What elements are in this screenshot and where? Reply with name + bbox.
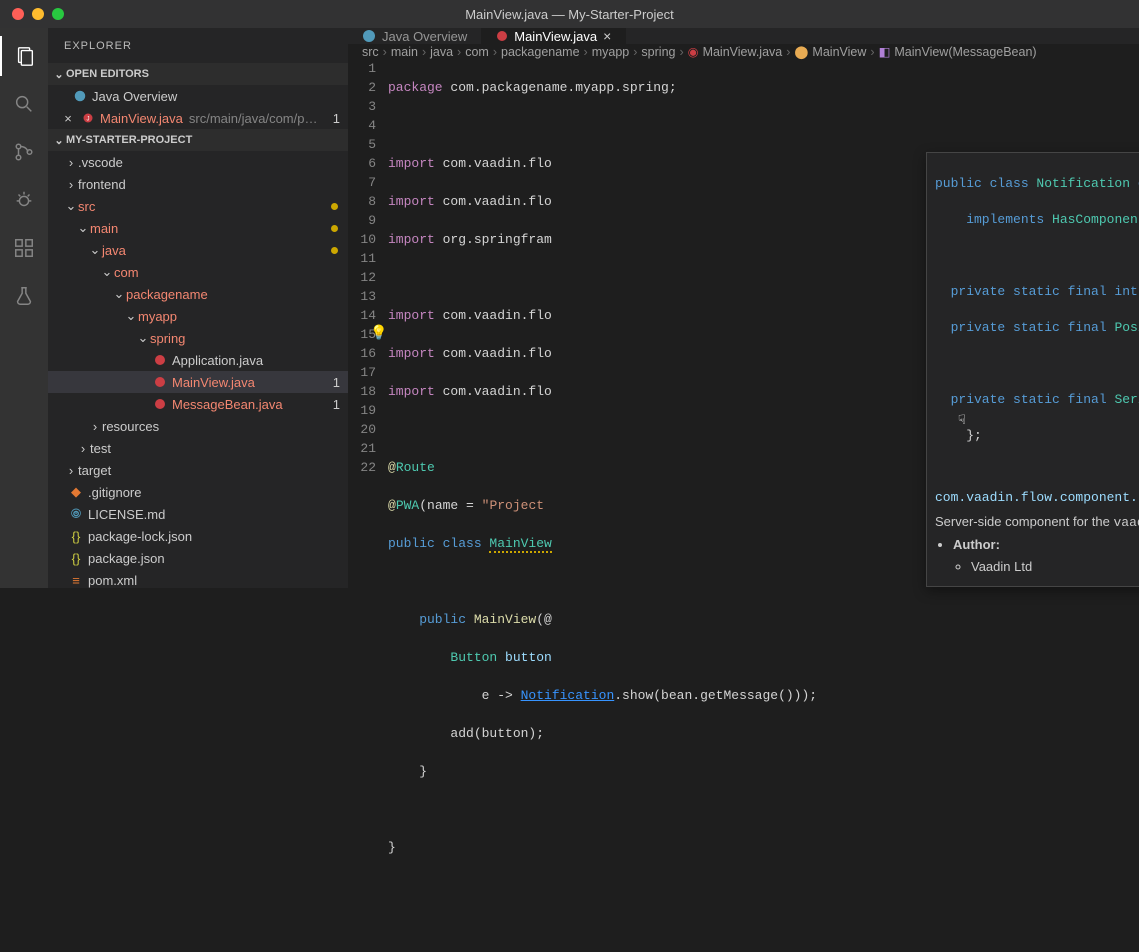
chevron-down-icon: ⌄	[64, 198, 78, 214]
tree-folder[interactable]: ⌄main	[48, 217, 348, 239]
tree-file[interactable]: Application.java	[48, 349, 348, 371]
chevron-right-icon: ›	[64, 177, 78, 192]
maximize-window-icon[interactable]	[52, 8, 64, 20]
line-gutter: 12345678910111213141516171819202122	[348, 59, 388, 952]
sidebar: EXPLORER ⌄ OPEN EDITORS Java Overview × …	[48, 28, 348, 588]
modified-dot-icon	[331, 225, 338, 232]
close-window-icon[interactable]	[12, 8, 24, 20]
window-title: MainView.java — My-Starter-Project	[0, 7, 1139, 22]
tree-folder[interactable]: ⌄java	[48, 239, 348, 261]
open-editors-label: OPEN EDITORS	[66, 68, 149, 80]
chevron-down-icon: ⌄	[112, 286, 126, 302]
chevron-right-icon: ›	[76, 441, 90, 456]
titlebar: MainView.java — My-Starter-Project	[0, 0, 1139, 28]
open-editor-item[interactable]: Java Overview	[48, 85, 348, 107]
project-label: MY-STARTER-PROJECT	[66, 134, 192, 146]
debug-activity-icon[interactable]	[0, 180, 48, 220]
tree-folder[interactable]: ›resources	[48, 415, 348, 437]
tree-file-mainview[interactable]: MainView.java1	[48, 371, 348, 393]
scm-activity-icon[interactable]	[0, 132, 48, 172]
tree-folder[interactable]: ›.vscode	[48, 151, 348, 173]
open-editors-header[interactable]: ⌄ OPEN EDITORS	[48, 63, 348, 85]
editor-tabs: Java Overview MainView.java ×	[348, 28, 1139, 44]
modified-dot-icon	[331, 247, 338, 254]
git-file-icon: ◆	[68, 484, 84, 500]
java-file-icon: J	[80, 112, 96, 124]
tree-folder[interactable]: ⌄spring	[48, 327, 348, 349]
notification-link[interactable]: Notification	[521, 688, 615, 703]
tree-file[interactable]: ≡pom.xml	[48, 569, 348, 588]
explorer-activity-icon[interactable]	[0, 36, 48, 76]
tab-label: MainView.java	[514, 29, 597, 44]
chevron-down-icon: ⌄	[88, 242, 102, 258]
java-overview-icon	[362, 29, 376, 43]
xml-file-icon: ≡	[68, 573, 84, 588]
tree-folder-src[interactable]: ⌄src	[48, 195, 348, 217]
java-file-icon	[152, 354, 168, 366]
open-editor-item[interactable]: × J MainView.java src/main/java/com/p… 1	[48, 107, 348, 129]
tab-label: Java Overview	[382, 29, 467, 44]
activity-bar	[0, 28, 48, 588]
tree-folder[interactable]: ›frontend	[48, 173, 348, 195]
tree-folder[interactable]: ⌄com	[48, 261, 348, 283]
java-overview-icon	[72, 89, 88, 103]
problems-badge: 1	[333, 397, 340, 412]
problems-badge: 1	[333, 111, 340, 126]
chevron-down-icon: ⌄	[136, 330, 150, 346]
tab-java-overview[interactable]: Java Overview	[348, 28, 482, 44]
markdown-file-icon: 🞋	[68, 506, 84, 522]
tree-file[interactable]: {}package-lock.json	[48, 525, 348, 547]
modified-dot-icon	[331, 203, 338, 210]
problems-badge: 1	[333, 375, 340, 390]
tab-mainview[interactable]: MainView.java ×	[482, 28, 626, 44]
search-activity-icon[interactable]	[0, 84, 48, 124]
java-file-icon	[496, 30, 508, 42]
tree-file[interactable]: 🞋LICENSE.md	[48, 503, 348, 525]
tree-folder[interactable]: ›test	[48, 437, 348, 459]
tree-file[interactable]: ◆.gitignore	[48, 481, 348, 503]
tree-folder[interactable]: ⌄packagename	[48, 283, 348, 305]
chevron-down-icon: ⌄	[124, 308, 138, 324]
tree-file[interactable]: {}package.json	[48, 547, 348, 569]
chevron-down-icon: ⌄	[52, 134, 66, 147]
open-editors-list: Java Overview × J MainView.java src/main…	[48, 85, 348, 129]
chevron-right-icon: ›	[64, 463, 78, 478]
breadcrumb[interactable]: src› main› java› com› packagename› myapp…	[348, 44, 1139, 59]
file-tree: ›.vscode ›frontend ⌄src ⌄main ⌄java ⌄com…	[48, 151, 348, 588]
chevron-right-icon: ›	[88, 419, 102, 434]
minimize-window-icon[interactable]	[32, 8, 44, 20]
svg-text:J: J	[87, 116, 90, 122]
java-file-icon	[152, 398, 168, 410]
window-controls	[12, 8, 64, 20]
hover-fqn: com.vaadin.flow.component.notification.N…	[935, 489, 1139, 507]
project-header[interactable]: ⌄ MY-STARTER-PROJECT	[48, 129, 348, 151]
chevron-down-icon: ⌄	[100, 264, 114, 280]
open-editor-label: Java Overview	[92, 89, 177, 104]
open-editor-label: MainView.java	[100, 111, 183, 126]
hover-tooltip: public class Notification extends Genera…	[926, 152, 1139, 587]
test-activity-icon[interactable]	[0, 276, 48, 316]
chevron-right-icon: ›	[64, 155, 78, 170]
json-file-icon: {}	[68, 529, 84, 544]
lightbulb-icon[interactable]: 💡	[370, 325, 387, 344]
tree-file[interactable]: MessageBean.java1	[48, 393, 348, 415]
sidebar-title: EXPLORER	[48, 28, 348, 63]
close-icon[interactable]: ×	[60, 111, 76, 126]
json-file-icon: {}	[68, 551, 84, 566]
tree-folder[interactable]: ›target	[48, 459, 348, 481]
editor-group: Java Overview MainView.java × src› main›…	[348, 28, 1139, 588]
chevron-down-icon: ⌄	[76, 220, 90, 236]
extensions-activity-icon[interactable]	[0, 228, 48, 268]
chevron-down-icon: ⌄	[52, 68, 66, 81]
hover-doc: Server-side component for the vaadin-not…	[935, 513, 1139, 576]
close-tab-icon[interactable]: ×	[603, 28, 611, 44]
java-file-icon	[152, 376, 168, 388]
tree-folder[interactable]: ⌄myapp	[48, 305, 348, 327]
open-editor-path: src/main/java/com/p…	[189, 111, 318, 126]
